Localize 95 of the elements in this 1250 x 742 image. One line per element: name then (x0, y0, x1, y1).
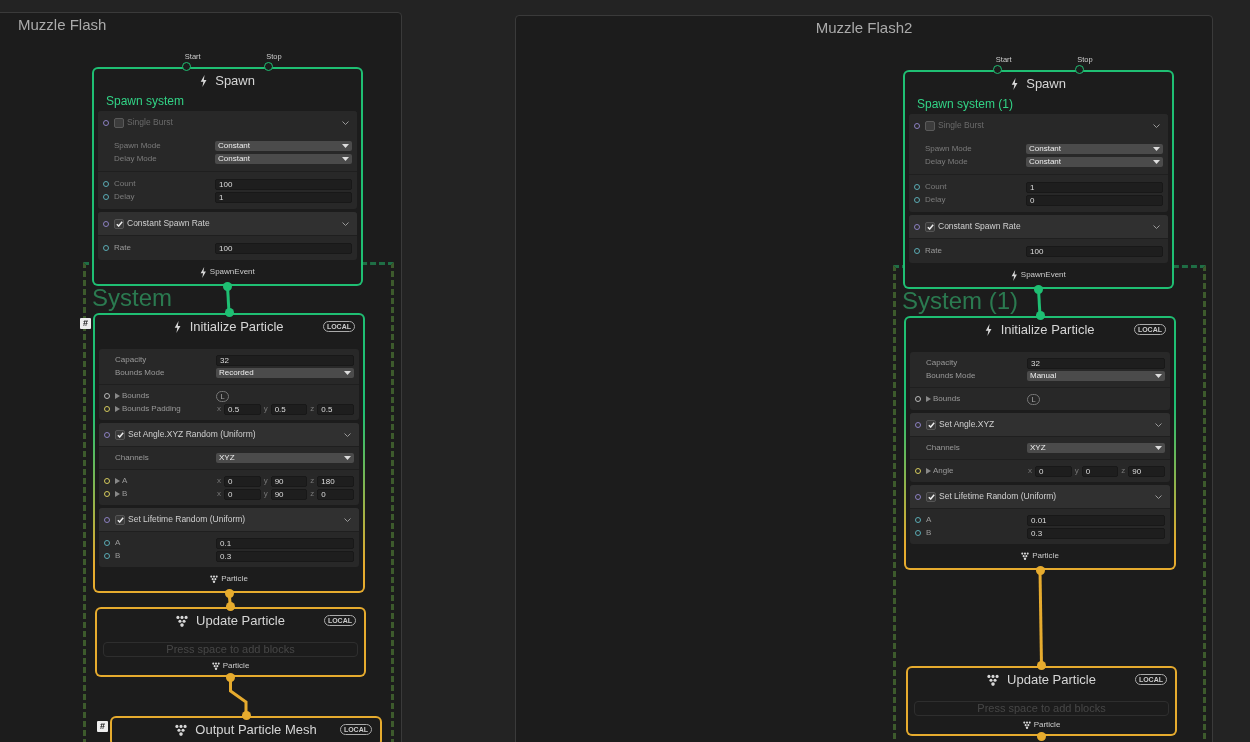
value-field[interactable]: 180 (317, 475, 354, 487)
field-label: Spawn Mode (114, 140, 161, 152)
hash-badge: # (97, 721, 108, 732)
value-field[interactable]: 0.5 (224, 403, 261, 415)
field-label: Delay Mode (925, 156, 968, 168)
dropdown[interactable]: XYZ (1027, 443, 1165, 453)
system-name: Spawn system (105, 93, 186, 110)
flow-label: Particle (221, 573, 248, 585)
block-title: Constant Spawn Rate (127, 217, 211, 230)
dropdown[interactable]: Constant (215, 154, 352, 164)
field-label: Rate (114, 242, 131, 254)
value-field[interactable]: 0.01 (1027, 514, 1165, 526)
flow-label: Particle (1033, 718, 1061, 731)
field-label: Bounds Mode (926, 370, 976, 382)
value-field[interactable]: 100 (215, 242, 352, 254)
field-label: Capacity (926, 357, 958, 369)
field-label: Angle (933, 465, 954, 477)
field-label: Bounds Mode (115, 367, 165, 379)
value-field[interactable]: 0.1 (216, 537, 354, 549)
node-title: Spawn (215, 72, 255, 91)
field-label: Channels (115, 452, 149, 464)
node-title: Output Particle Mesh (195, 721, 317, 740)
value-field[interactable]: 1 (215, 191, 352, 203)
graph-title: Muzzle Flash (18, 17, 107, 32)
field-label: Delay (114, 191, 135, 203)
dropdown[interactable]: Constant (1026, 157, 1163, 167)
node-title: Update Particle (1007, 671, 1096, 690)
system-title: System (1) (902, 289, 1018, 313)
axis-label: y (262, 488, 269, 500)
flow-label: Particle (222, 659, 250, 672)
value-field[interactable]: 0 (1026, 194, 1163, 206)
field-label: Bounds (122, 390, 150, 402)
node-title: Update Particle (196, 612, 285, 631)
field-label: B (115, 550, 121, 562)
field-label: Bounds (933, 393, 961, 405)
value-field[interactable]: 0 (317, 488, 354, 500)
axis-label: z (309, 403, 316, 415)
value-field[interactable]: 0.5 (317, 403, 354, 415)
block-title: Set Lifetime Random (Uniform) (939, 490, 1058, 503)
field-label: Delay Mode (114, 153, 157, 165)
value-field[interactable]: 0.3 (1027, 527, 1165, 539)
dropdown[interactable]: Manual (1027, 371, 1165, 381)
block-title: Set Angle.XYZ Random (Uniform) (128, 428, 257, 441)
flow-label: SpawnEvent (209, 266, 255, 278)
value-field[interactable]: 0 (224, 475, 261, 487)
field-label: Count (925, 181, 947, 193)
block-title: Set Lifetime Random (Uniform) (128, 513, 247, 526)
block-title: Single Burst (938, 119, 985, 132)
field-label: A (115, 537, 121, 549)
field-label: Count (114, 178, 136, 190)
value-field[interactable]: 0.5 (270, 403, 308, 415)
axis-label: y (1073, 465, 1080, 477)
system-name: Spawn system (1) (916, 96, 1015, 113)
node-title: Initialize Particle (1000, 321, 1095, 340)
block-title: Set Angle.XYZ (939, 418, 996, 431)
value-field[interactable]: 1 (1026, 181, 1163, 193)
axis-label: z (1120, 465, 1127, 477)
field-label: B (122, 488, 128, 500)
field-label: A (926, 514, 932, 526)
value-field[interactable]: 32 (1027, 357, 1165, 369)
field-label: Channels (926, 442, 960, 454)
value-field[interactable]: 0 (1081, 465, 1119, 477)
graph-title: Muzzle Flash2 (815, 20, 913, 35)
value-field[interactable]: 90 (1128, 465, 1165, 477)
field-label: Capacity (115, 354, 147, 366)
field-label: A (122, 475, 128, 487)
field-label: Bounds Padding (122, 403, 181, 415)
value-field[interactable]: 0 (1035, 465, 1072, 477)
axis-label: y (262, 403, 269, 415)
field-label: B (926, 527, 932, 539)
axis-label: y (262, 475, 269, 487)
axis-label: z (309, 488, 316, 500)
flow-label: Particle (1032, 550, 1059, 562)
flow-label: SpawnEvent (1020, 269, 1066, 281)
value-field[interactable]: 100 (215, 178, 352, 190)
value-field[interactable]: 0.3 (216, 550, 354, 562)
field-label: Delay (925, 194, 946, 206)
value-field[interactable]: 0 (224, 488, 261, 500)
dropdown[interactable]: Recorded (216, 368, 354, 378)
hash-badge: # (80, 318, 91, 329)
system-title: System (92, 286, 172, 310)
field-label: Spawn Mode (925, 143, 972, 155)
axis-label: z (309, 475, 316, 487)
dropdown[interactable]: Constant (215, 141, 352, 151)
field-label: Rate (925, 245, 942, 257)
value-field[interactable]: 90 (270, 488, 308, 500)
node-title: Spawn (1026, 75, 1066, 94)
dropdown[interactable]: XYZ (216, 453, 354, 463)
dropdown[interactable]: Constant (1026, 144, 1163, 154)
value-field[interactable]: 32 (216, 354, 354, 366)
block-title: Constant Spawn Rate (938, 220, 1022, 233)
node-title: Initialize Particle (189, 318, 284, 337)
value-field[interactable]: 90 (270, 475, 308, 487)
block-title: Single Burst (127, 116, 174, 129)
value-field[interactable]: 100 (1026, 245, 1163, 257)
